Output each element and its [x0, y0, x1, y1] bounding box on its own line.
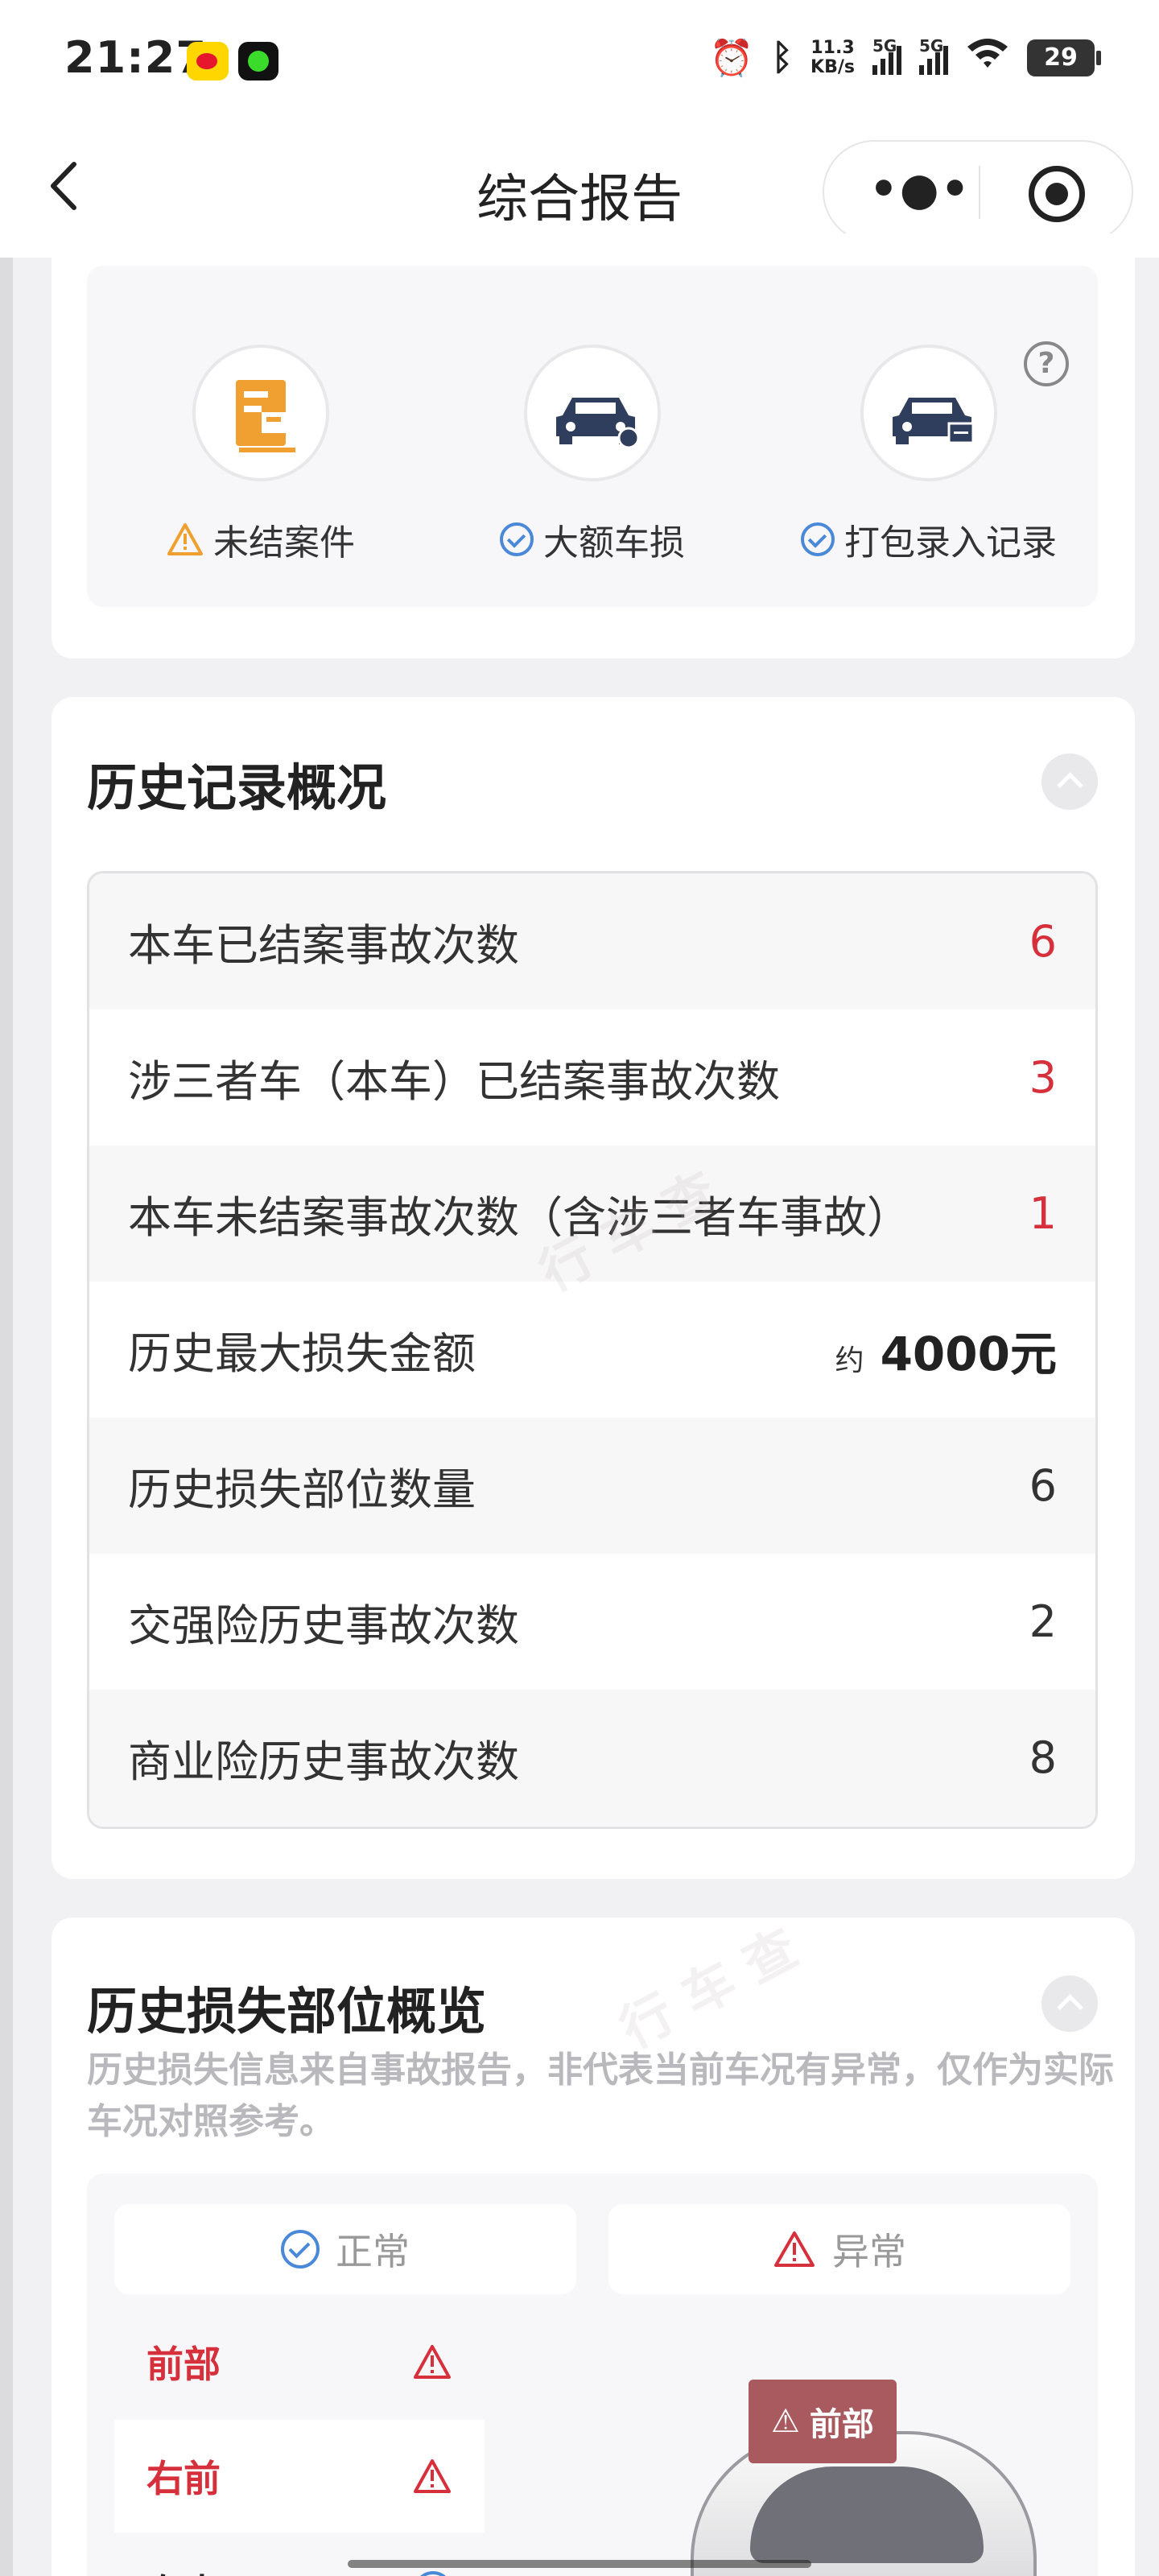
table-row: 本车未结案事故次数（含涉三者车事故） 1	[89, 1146, 1095, 1282]
row-value: 约 4000元	[835, 1316, 1057, 1384]
signal-icon-1: 5G	[872, 36, 901, 75]
tile-package-records[interactable]: 打包录入记录	[760, 345, 1098, 565]
table-row: 本车已结案事故次数 6	[89, 873, 1095, 1009]
check-circle-icon	[801, 522, 835, 556]
warning-icon	[414, 2459, 451, 2493]
legend-normal-label: 正常	[336, 2230, 410, 2273]
tile-label-text: 大额车损	[543, 522, 685, 564]
row-label: 历史损失部位数量	[128, 1464, 476, 1515]
approx-prefix: 约	[835, 1344, 864, 1377]
signal1-label: 5G	[872, 35, 897, 56]
home-indicator	[348, 2560, 811, 2568]
row-value: 3	[1029, 1052, 1057, 1103]
row-label: 商业险历史事故次数	[128, 1736, 519, 1787]
tile-pending-cases[interactable]: 未结案件	[92, 345, 430, 565]
check-circle-icon	[414, 2571, 452, 2576]
target-icon[interactable]	[1029, 166, 1085, 222]
row-label: 历史最大损失金额	[128, 1328, 476, 1379]
app-notification-icon	[238, 42, 278, 80]
damage-overview-card: 历史损失部位概览 历史损失信息来自事故报告，非代表当前车况有异常，仅作为实际车况…	[52, 1918, 1135, 2576]
part-name: 右前	[146, 2457, 221, 2500]
damaged-car-icon	[524, 345, 661, 481]
row-label: 本车未结案事故次数（含涉三者车事故）	[128, 1192, 910, 1243]
row-label: 交强险历史事故次数	[128, 1600, 519, 1651]
net-speed-value: 11.3	[810, 37, 855, 58]
tile-label-pending: 未结案件	[92, 514, 430, 565]
tile-label-text: 未结案件	[213, 522, 355, 564]
check-circle-icon	[281, 2230, 320, 2268]
mini-program-capsule: •●•	[823, 140, 1133, 243]
legend-abnormal-label: 异常	[832, 2230, 906, 2273]
damage-panel: 正常 异常 前部 右前 右中 ⚠ 前部 ⚠ 右前	[87, 2174, 1098, 2576]
status-bar: 21:27 ⏰ ᛒ 11.3 KB/s 5G 5G 29	[0, 0, 1159, 121]
history-overview-card: 历史记录概况 本车已结案事故次数 6 涉三者车（本车）已结案事故次数 3 本车未…	[52, 697, 1135, 1879]
history-table: 本车已结案事故次数 6 涉三者车（本车）已结案事故次数 3 本车未结案事故次数（…	[87, 871, 1098, 1829]
legend-abnormal: 异常	[608, 2204, 1070, 2294]
summary-panel: ? 未结案件 大额车损 打包录入记录	[87, 266, 1098, 607]
part-row-right-middle[interactable]: 右中	[114, 2534, 485, 2576]
alarm-icon: ⏰	[709, 37, 754, 79]
tile-label-package: 打包录入记录	[760, 514, 1098, 565]
tile-label-text: 打包录入记录	[844, 522, 1057, 564]
case-file-icon	[192, 345, 329, 481]
row-label: 涉三者车（本车）已结案事故次数	[128, 1056, 780, 1107]
legend-normal: 正常	[114, 2204, 576, 2294]
part-name: 前部	[146, 2343, 221, 2386]
warning-icon	[774, 2231, 815, 2267]
car-package-icon	[860, 345, 997, 481]
table-row: 交强险历史事故次数 2	[89, 1554, 1095, 1690]
part-row-right-front[interactable]: 右前	[114, 2420, 485, 2533]
wifi-icon	[966, 35, 1009, 80]
status-time: 21:27	[64, 32, 207, 83]
chevron-up-icon[interactable]	[1041, 753, 1098, 810]
tile-label-damage: 大额车损	[423, 514, 761, 565]
warning-icon	[167, 522, 204, 556]
weibo-notification-icon	[187, 42, 229, 80]
warning-icon: ⚠	[771, 2403, 800, 2440]
bluetooth-icon: ᛒ	[771, 37, 794, 78]
part-name: 右中	[146, 2564, 221, 2576]
damage-description: 历史损失信息来自事故报告，非代表当前车况有异常，仅作为实际车况对照参考。	[87, 2050, 1114, 2142]
part-row-front[interactable]: 前部	[114, 2306, 485, 2418]
capsule-divider	[979, 166, 980, 219]
net-speed-unit: KB/s	[810, 56, 855, 77]
row-label: 本车已结案事故次数	[128, 920, 519, 971]
damage-tag-front[interactable]: ⚠ 前部	[749, 2380, 897, 2463]
history-section-title: 历史记录概况	[87, 758, 387, 817]
net-speed: 11.3 KB/s	[810, 37, 855, 77]
battery-icon: 29	[1027, 39, 1101, 76]
signal-icon-2: 5G	[919, 36, 948, 75]
table-row: 涉三者车（本车）已结案事故次数 3	[89, 1009, 1095, 1146]
warning-icon	[414, 2345, 451, 2379]
left-edge-strip	[0, 258, 13, 2576]
tile-large-damage[interactable]: 大额车损	[423, 345, 761, 565]
row-value: 1	[1029, 1188, 1057, 1239]
status-icons: ⏰ ᛒ 11.3 KB/s 5G 5G 29	[709, 35, 1101, 80]
check-circle-icon	[500, 522, 534, 556]
chevron-up-icon[interactable]	[1041, 1975, 1098, 2032]
table-row: 历史损失部位数量 6	[89, 1418, 1095, 1554]
signal2-label: 5G	[919, 35, 944, 56]
tag-label: 前部	[809, 2406, 874, 2443]
table-row: 商业险历史事故次数 8	[89, 1690, 1095, 1826]
max-loss-amount: 4000元	[880, 1326, 1057, 1381]
table-row: 历史最大损失金额 约 4000元	[89, 1282, 1095, 1418]
row-value: 8	[1029, 1732, 1057, 1783]
row-value: 6	[1029, 916, 1057, 967]
row-value: 6	[1029, 1460, 1057, 1511]
damage-section-title: 历史损失部位概览	[87, 1982, 487, 2041]
row-value: 2	[1029, 1596, 1057, 1647]
more-dots-icon[interactable]: •●•	[869, 167, 971, 213]
summary-card: ? 未结案件 大额车损 打包录入记录	[52, 233, 1135, 658]
